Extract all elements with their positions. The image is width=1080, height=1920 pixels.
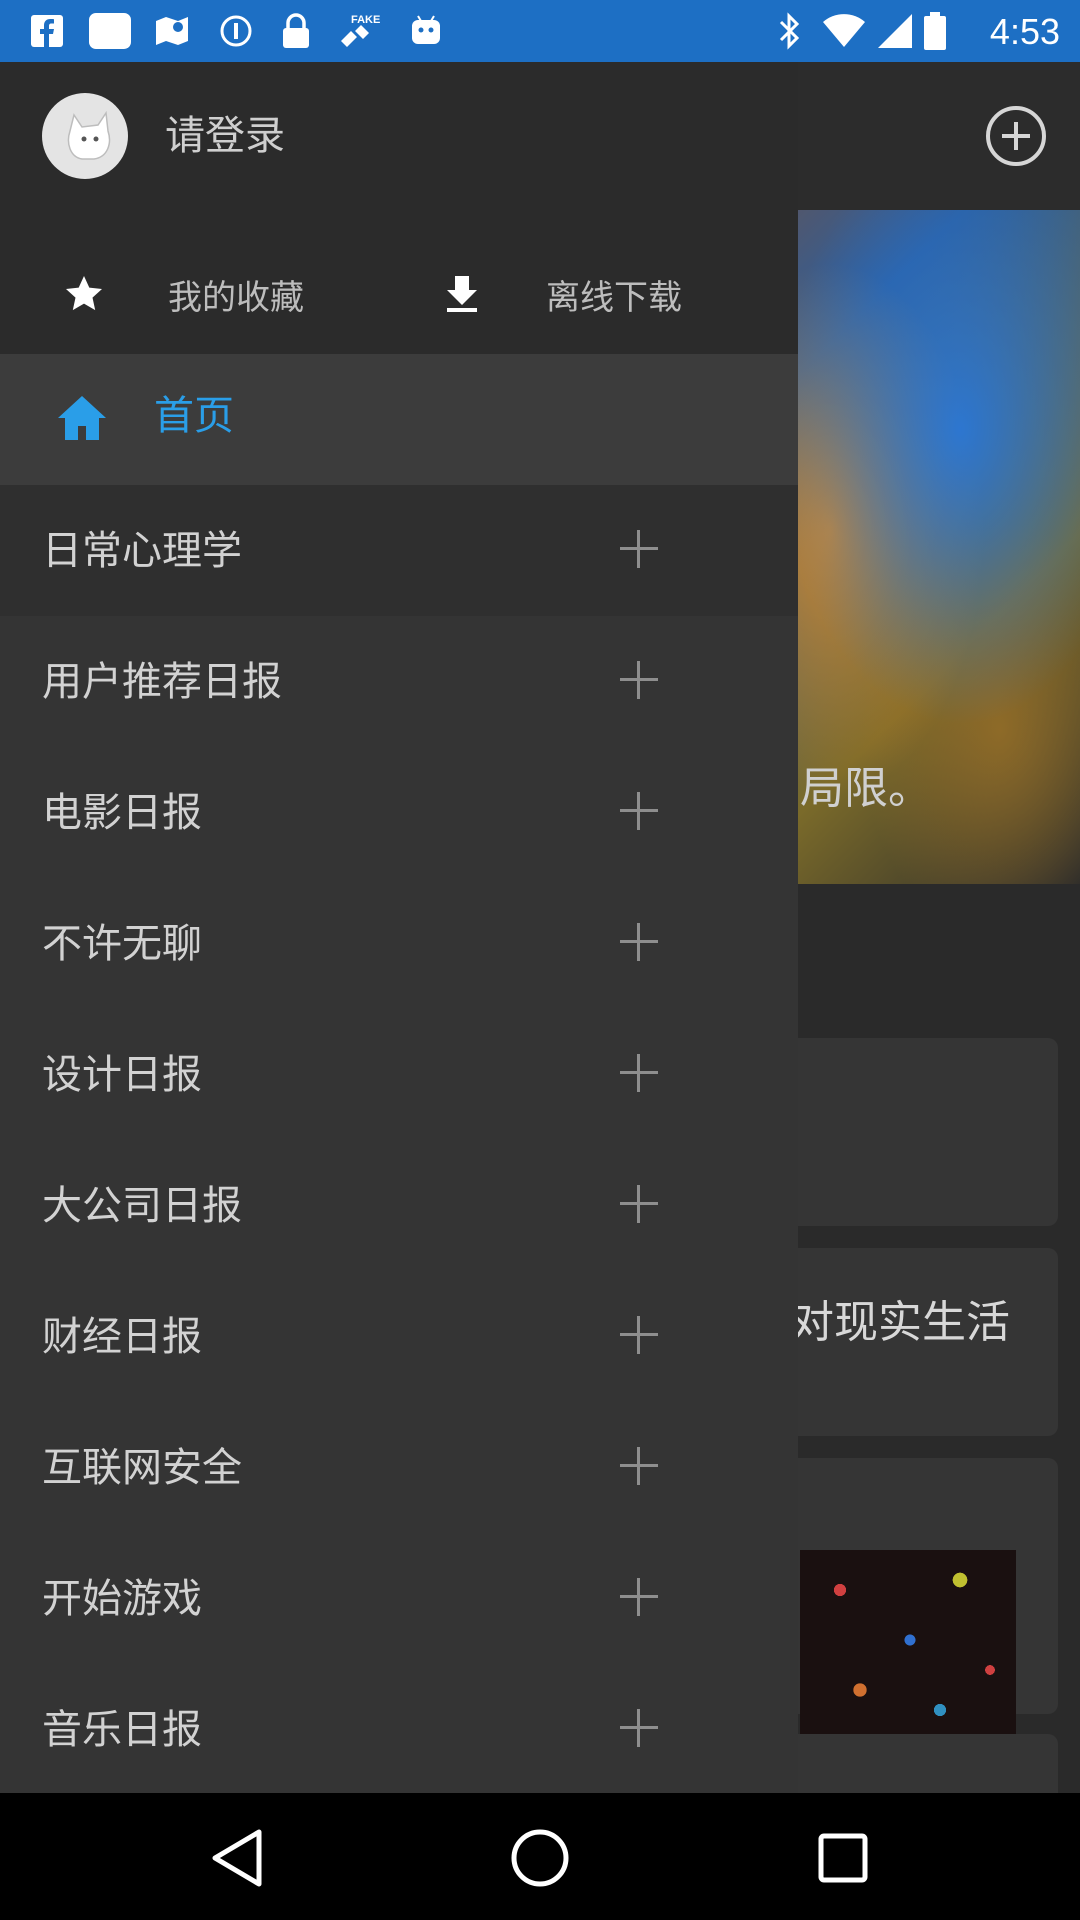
- home-icon: [56, 394, 108, 442]
- home-label: 首页: [154, 393, 234, 439]
- add-topic-icon[interactable]: [620, 1054, 658, 1092]
- svg-text:FAKE: FAKE: [351, 14, 380, 26]
- nav-item-topic[interactable]: 互联网安全: [0, 1402, 798, 1533]
- nav-item-topic[interactable]: 音乐日报: [0, 1664, 798, 1793]
- add-topic-icon[interactable]: [620, 1578, 658, 1616]
- bg-card-thumbnail: [800, 1550, 1016, 1740]
- home-circle-icon[interactable]: [505, 1823, 575, 1893]
- topic-label: 音乐日报: [42, 1707, 202, 1753]
- bg-hero-caption: 局限。: [800, 763, 932, 814]
- add-topic-icon[interactable]: [620, 923, 658, 961]
- status-time: 4:53: [989, 11, 1060, 52]
- nav-item-topic[interactable]: 用户推荐日报: [0, 616, 798, 747]
- facebook-icon: [28, 12, 66, 50]
- favorites-button[interactable]: 我的收藏: [62, 262, 304, 326]
- add-topic-icon[interactable]: [620, 530, 658, 568]
- topic-label: 日常心理学: [42, 528, 242, 574]
- fake-gps-icon: FAKE: [336, 12, 384, 50]
- recents-icon[interactable]: [808, 1823, 878, 1893]
- offline-download-button[interactable]: 离线下载: [440, 262, 682, 326]
- download-icon: [440, 272, 484, 316]
- topic-label: 不许无聊: [42, 921, 202, 967]
- drawer-header: 请登录 我的收藏 离线下载: [0, 62, 798, 354]
- add-topic-icon[interactable]: [620, 1316, 658, 1354]
- add-topic-icon[interactable]: [620, 661, 658, 699]
- signal-icon: [876, 12, 914, 50]
- maps-icon: [152, 12, 192, 50]
- nav-item-topic[interactable]: 财经日报: [0, 1271, 798, 1402]
- star-icon: [62, 272, 106, 316]
- add-topic-icon[interactable]: [620, 792, 658, 830]
- nav-item-topic[interactable]: 开始游戏: [0, 1533, 798, 1664]
- topic-label: 大公司日报: [42, 1183, 242, 1229]
- add-topic-icon[interactable]: [620, 1709, 658, 1747]
- topic-label: 用户推荐日报: [42, 659, 282, 705]
- add-topic-icon[interactable]: [620, 1447, 658, 1485]
- offline-download-label: 离线下载: [546, 277, 682, 318]
- nav-item-topic[interactable]: 不许无聊: [0, 878, 798, 1009]
- avatar[interactable]: [42, 93, 128, 179]
- nav-item-topic[interactable]: 电影日报: [0, 747, 798, 878]
- bg-story-card[interactable]: [780, 1038, 1058, 1226]
- favorites-label: 我的收藏: [168, 277, 304, 318]
- topic-label: 开始游戏: [42, 1576, 202, 1622]
- navigation-drawer: 请登录 我的收藏 离线下载 首页 日常心理学 用户推荐日报 电影日报 不许无聊 …: [0, 62, 798, 1793]
- bg-card-text: 对现实生活: [790, 1297, 1010, 1348]
- bg-story-card[interactable]: [780, 1734, 1058, 1793]
- add-topic-icon[interactable]: [620, 1185, 658, 1223]
- login-prompt[interactable]: 请登录: [165, 110, 285, 162]
- battery-icon: [922, 12, 948, 50]
- square-app-icon: [88, 12, 132, 50]
- android-icon: [406, 12, 446, 50]
- lock-icon: [278, 12, 314, 50]
- wifi-icon: [822, 12, 866, 50]
- nav-item-topic[interactable]: 日常心理学: [0, 485, 798, 616]
- status-bar: FAKE 4:53: [0, 0, 1080, 62]
- back-icon[interactable]: [202, 1823, 272, 1893]
- system-nav-bar: [0, 1793, 1080, 1920]
- nav-item-topic[interactable]: 大公司日报: [0, 1140, 798, 1271]
- bluetooth-icon: [772, 12, 808, 50]
- topic-label: 设计日报: [42, 1052, 202, 1098]
- topic-label: 互联网安全: [42, 1445, 242, 1491]
- nav-item-home[interactable]: 首页: [0, 354, 798, 485]
- nav-item-topic[interactable]: 设计日报: [0, 1009, 798, 1140]
- add-circle-icon[interactable]: [986, 106, 1046, 166]
- info-icon: [216, 12, 256, 50]
- topic-label: 电影日报: [42, 790, 202, 836]
- topic-label: 财经日报: [42, 1314, 202, 1360]
